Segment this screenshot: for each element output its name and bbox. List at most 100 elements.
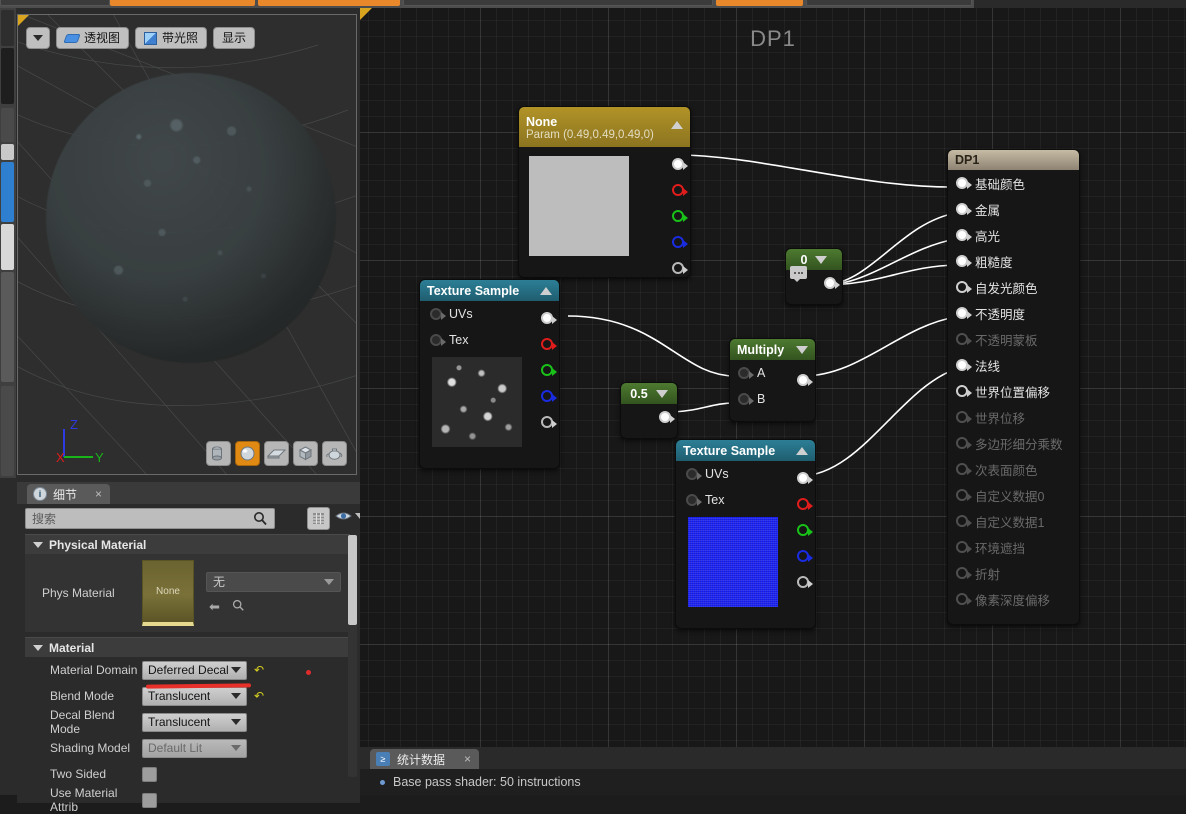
reset-to-default-icon[interactable]: ↶	[254, 663, 264, 677]
toolbar-button-6[interactable]	[806, 0, 972, 6]
rail-tab-5[interactable]	[1, 162, 14, 222]
output-pin-g[interactable]	[541, 364, 557, 376]
node-texture-sample-1[interactable]: Texture Sample UVs Tex	[419, 279, 560, 469]
node-scalar-param-none[interactable]: None Param (0.49,0.49,0.49,0)	[518, 106, 691, 278]
param-color-swatch[interactable]	[529, 156, 629, 256]
input-pin-uvs[interactable]	[430, 308, 446, 320]
input-pin-uvs[interactable]	[686, 468, 702, 480]
input-pin-b[interactable]	[738, 393, 754, 405]
two-sided-checkbox[interactable]	[142, 766, 157, 782]
chevron-up-icon[interactable]	[671, 121, 683, 129]
viewport-options-dropdown[interactable]	[26, 27, 50, 49]
phys-material-thumbnail[interactable]: None	[142, 560, 194, 626]
material-output-pin[interactable]	[956, 307, 972, 319]
output-pin-b[interactable]	[672, 236, 688, 248]
material-output-pin[interactable]	[956, 463, 972, 475]
output-pin-a[interactable]	[672, 262, 688, 274]
blend-mode-dropdown[interactable]: Translucent	[142, 686, 247, 706]
rail-tab-8[interactable]	[1, 386, 14, 476]
toolbar-button-1[interactable]	[0, 0, 110, 6]
section-header-physical-material[interactable]: Physical Material	[25, 534, 350, 554]
material-output-pin[interactable]	[956, 229, 972, 241]
chevron-down-icon[interactable]	[796, 345, 808, 354]
output-pin-a[interactable]	[797, 576, 813, 588]
material-output-pin[interactable]	[956, 177, 972, 189]
preview-shape-teapot-button[interactable]	[322, 441, 347, 466]
output-pin-rgb[interactable]	[797, 472, 813, 484]
output-pin-result[interactable]	[797, 374, 813, 386]
material-output-pin[interactable]	[956, 489, 972, 501]
toolbar-button-3[interactable]	[258, 0, 400, 6]
material-output-pin[interactable]	[956, 593, 972, 605]
material-output-pin[interactable]	[956, 411, 972, 423]
details-tab[interactable]: i 细节 ×	[27, 484, 111, 504]
preview-shape-cube-button[interactable]	[293, 441, 318, 466]
details-search-input[interactable]: 搜索	[25, 508, 275, 529]
output-pin-r[interactable]	[541, 338, 557, 350]
node-header[interactable]: 0.5	[621, 383, 677, 404]
material-output-pin[interactable]	[956, 203, 972, 215]
material-output-pin[interactable]	[956, 567, 972, 579]
input-pin-tex[interactable]	[686, 494, 702, 506]
viewport-lighting-button[interactable]: 带光照	[135, 27, 208, 49]
details-scrollbar-thumb[interactable]	[348, 535, 357, 625]
node-texture-sample-2[interactable]: Texture Sample UVs Tex	[675, 439, 816, 629]
node-header[interactable]: Multiply	[730, 339, 815, 360]
output-pin-rgb[interactable]	[541, 312, 557, 324]
material-output-pin[interactable]	[956, 359, 972, 371]
material-output-pin[interactable]	[956, 515, 972, 527]
output-pin-a[interactable]	[541, 416, 557, 428]
close-icon[interactable]: ×	[95, 487, 102, 501]
close-icon[interactable]: ×	[464, 752, 471, 766]
material-output-pin[interactable]	[956, 385, 972, 397]
chevron-down-icon[interactable]	[815, 255, 828, 264]
output-pin-r[interactable]	[797, 498, 813, 510]
node-header[interactable]: Texture Sample	[676, 440, 815, 461]
input-pin-tex[interactable]	[430, 334, 446, 346]
output-pin-b[interactable]	[797, 550, 813, 562]
node-material-output[interactable]: DP1 基础颜色 金属 高光 粗糙度 自发光颜色 不透明度 不透明蒙板 法线 世界位置偏移 世界位…	[947, 149, 1080, 625]
node-multiply[interactable]: Multiply A B	[729, 338, 816, 422]
output-pin-g[interactable]	[672, 210, 688, 222]
details-column-view-button[interactable]	[307, 507, 330, 530]
output-pin-g[interactable]	[797, 524, 813, 536]
node-constant-half[interactable]: 0.5	[620, 382, 678, 439]
toolbar-button-4[interactable]	[403, 0, 713, 6]
rail-tab-6[interactable]	[1, 224, 14, 270]
output-pin-b[interactable]	[541, 390, 557, 402]
toolbar-button-5[interactable]	[716, 0, 803, 6]
node-header[interactable]: Texture Sample	[420, 280, 559, 301]
preview-shape-cylinder-button[interactable]	[206, 441, 231, 466]
input-pin-a[interactable]	[738, 367, 754, 379]
comment-bubble-icon[interactable]	[790, 266, 807, 282]
node-header[interactable]: DP1	[948, 150, 1079, 170]
material-domain-dropdown[interactable]: Deferred Decal	[142, 660, 247, 680]
browse-asset-icon[interactable]	[232, 599, 245, 612]
decal-blend-mode-dropdown[interactable]: Translucent	[142, 712, 247, 732]
section-header-material[interactable]: Material	[25, 637, 350, 657]
output-pin-rgba[interactable]	[672, 158, 688, 170]
material-preview-viewport[interactable]: 透视图 带光照 显示 Z Y X	[17, 14, 357, 475]
details-scrollbar[interactable]	[348, 535, 357, 777]
rail-tab-4[interactable]	[1, 144, 14, 160]
toolbar-button-2[interactable]	[110, 0, 255, 6]
output-pin-r[interactable]	[672, 184, 688, 196]
viewport-show-button[interactable]: 显示	[213, 27, 256, 49]
viewport-view-mode-button[interactable]: 透视图	[56, 27, 130, 49]
material-output-pin[interactable]	[956, 281, 972, 293]
output-pin-value[interactable]	[824, 277, 840, 289]
rail-tab-7[interactable]	[1, 272, 14, 382]
stats-tab[interactable]: ≥ 统计数据 ×	[370, 749, 480, 769]
material-output-pin[interactable]	[956, 541, 972, 553]
phys-material-asset-picker[interactable]: 无	[206, 571, 341, 592]
rail-tab-3[interactable]	[1, 108, 14, 142]
material-output-pin[interactable]	[956, 333, 972, 345]
reset-to-default-icon[interactable]: ↶	[254, 689, 264, 703]
chevron-up-icon[interactable]	[796, 446, 808, 455]
preview-shape-sphere-button[interactable]	[235, 441, 260, 466]
rail-tab-1[interactable]	[1, 10, 14, 46]
shading-model-dropdown[interactable]: Default Lit	[142, 738, 247, 758]
rail-tab-2[interactable]	[1, 48, 14, 104]
use-selected-asset-icon[interactable]: ⬅	[209, 599, 220, 615]
material-output-pin[interactable]	[956, 437, 972, 449]
